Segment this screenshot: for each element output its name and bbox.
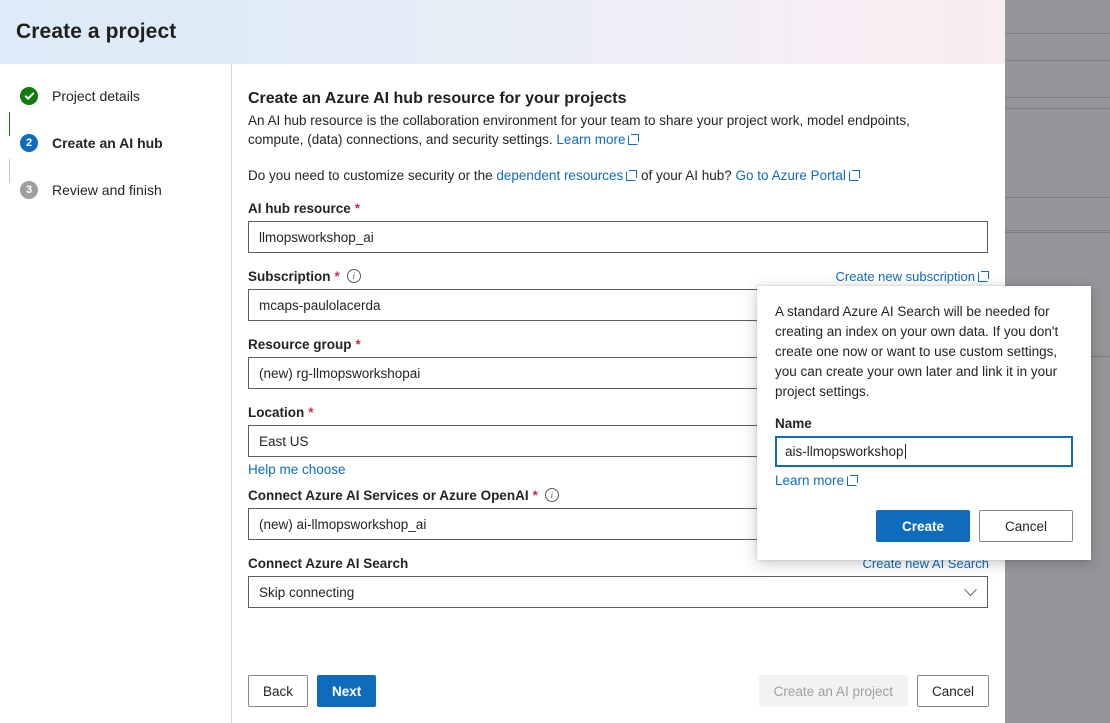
- step-connector-2: [9, 159, 10, 183]
- external-link-icon: [628, 134, 640, 145]
- wizard-step-review-and-finish[interactable]: 3 Review and finish: [20, 180, 231, 227]
- field-ai-hub-resource: AI hub resource * llmopsworkshop_ai: [248, 199, 989, 253]
- callout-name-label: Name: [775, 416, 812, 431]
- step-number-icon: 3: [20, 181, 38, 199]
- field-label: Resource group *: [248, 337, 361, 352]
- dependent-resources-link[interactable]: dependent resources: [496, 168, 623, 183]
- side-link-text: Create new subscription: [835, 268, 975, 284]
- wizard-step-create-ai-hub[interactable]: 2 Create an AI hub: [20, 133, 231, 180]
- callout-cancel-button[interactable]: Cancel: [979, 510, 1073, 542]
- callout-body-text: A standard Azure AI Search will be neede…: [775, 304, 1059, 399]
- field-connect-ai-search: Connect Azure AI Search Create new AI Se…: [248, 554, 989, 608]
- cancel-button[interactable]: Cancel: [916, 675, 989, 707]
- step-connector-1: [9, 112, 10, 136]
- field-label-text: Location: [248, 404, 305, 420]
- input-value: (new) ai-llmopsworkshop_ai: [259, 516, 427, 532]
- text-caret: [904, 444, 906, 459]
- page-title: Create a project: [16, 20, 177, 43]
- learn-more-link[interactable]: Learn more: [556, 132, 625, 147]
- required-asterisk: *: [532, 487, 538, 503]
- step-number-icon: 2: [20, 134, 38, 152]
- field-label-text: Resource group: [248, 336, 352, 352]
- create-new-subscription-link[interactable]: Create new subscription: [836, 269, 989, 284]
- required-asterisk: *: [354, 200, 361, 216]
- callout-learn-more-text: Learn more: [775, 473, 845, 488]
- security-note-text-2: of your AI hub?: [637, 168, 736, 183]
- wizard-step-label: Create an AI hub: [52, 135, 163, 151]
- info-icon[interactable]: i: [544, 488, 559, 502]
- callout-learn-more-link[interactable]: Learn more: [775, 473, 859, 488]
- help-me-choose-link[interactable]: Help me choose: [248, 462, 346, 477]
- dialog-footer: Back Next Create an AI project Cancel: [248, 675, 989, 707]
- field-label: Location *: [248, 405, 314, 420]
- wizard-steps: Project details 2 Create an AI hub 3 Rev…: [0, 64, 232, 723]
- pane-title: Create an Azure AI hub resource for your…: [248, 90, 627, 107]
- check-icon: [20, 87, 38, 105]
- wizard-step-label: Project details: [52, 88, 140, 104]
- next-button[interactable]: Next: [317, 675, 377, 707]
- input-value: llmopsworkshop_ai: [259, 229, 374, 245]
- field-label: Subscription * i: [248, 269, 361, 284]
- field-label-text: Connect Azure AI Search: [248, 555, 409, 571]
- external-link-icon: [978, 270, 989, 282]
- wizard-step-label: Review and finish: [52, 182, 162, 198]
- input-value: mcaps-paulolacerda: [259, 297, 381, 313]
- required-asterisk: *: [334, 268, 340, 284]
- external-link-icon: [848, 170, 860, 181]
- go-to-azure-portal-link[interactable]: Go to Azure Portal: [736, 168, 846, 183]
- chevron-down-icon: [964, 582, 977, 596]
- external-link-icon: [626, 170, 638, 181]
- callout-create-button[interactable]: Create: [876, 510, 970, 542]
- pane-description: An AI hub resource is the collaboration …: [248, 111, 948, 149]
- input-value: East US: [259, 433, 309, 449]
- field-label: Connect Azure AI Services or Azure OpenA…: [248, 488, 559, 503]
- back-button[interactable]: Back: [248, 675, 309, 707]
- field-label-text: AI hub resource: [248, 200, 351, 216]
- callout-actions: Create Cancel: [775, 510, 1073, 542]
- info-icon[interactable]: i: [346, 269, 361, 283]
- security-note: Do you need to customize security or the…: [248, 166, 948, 185]
- wizard-step-project-details[interactable]: Project details: [20, 86, 231, 133]
- field-label-text: Connect Azure AI Services or Azure OpenA…: [248, 487, 529, 503]
- required-asterisk: *: [308, 404, 314, 420]
- external-link-icon: [847, 475, 859, 486]
- callout-name-input[interactable]: ais-llmopsworkshop: [775, 436, 1073, 467]
- input-value: Skip connecting: [259, 584, 355, 600]
- create-an-ai-project-button[interactable]: Create an AI project: [758, 675, 908, 707]
- field-label-text: Subscription: [248, 268, 331, 284]
- field-label: Connect Azure AI Search: [248, 556, 408, 571]
- dialog-header: Create a project: [0, 0, 1005, 64]
- required-asterisk: *: [355, 336, 361, 352]
- input-value: (new) rg-llmopsworkshopai: [259, 365, 421, 381]
- security-note-text: Do you need to customize security or the: [248, 168, 497, 183]
- ai-hub-resource-input[interactable]: llmopsworkshop_ai: [248, 221, 988, 253]
- create-ai-search-callout: A standard Azure AI Search will be neede…: [757, 286, 1091, 560]
- callout-name-value: ais-llmopsworkshop: [785, 444, 904, 459]
- connect-ai-search-dropdown[interactable]: Skip connecting: [248, 576, 988, 608]
- field-label: AI hub resource *: [248, 201, 360, 216]
